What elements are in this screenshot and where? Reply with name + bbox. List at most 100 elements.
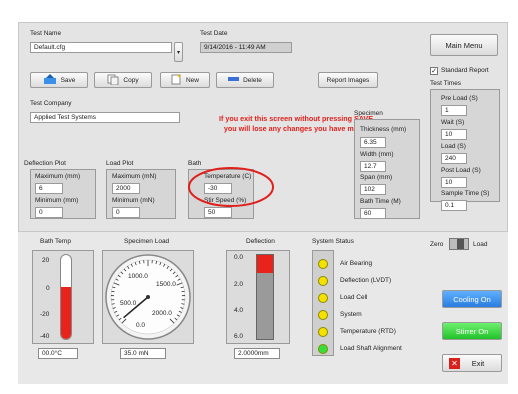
deflection-tick: 6.0 [234,333,244,340]
cooling-on-button[interactable]: Cooling On [442,290,502,308]
deflection-tick: 0.0 [234,254,244,261]
deflection-gauge-title: Deflection [246,238,275,245]
bath-temp-readout: 00.0°C [38,348,78,359]
copy-icon [107,74,119,87]
span-label: Span (mm) [360,174,393,181]
status-label: Air Bearing [340,260,373,267]
stirrer-on-button[interactable]: Stirrer On [442,322,502,340]
thickness-field[interactable]: 6.35 [360,137,386,148]
deflection-bar [256,254,274,340]
post-load-label: Post Load (S) [441,167,481,174]
zero-load-toggle[interactable] [449,238,469,250]
test-name-field[interactable]: Default.cfg [30,42,172,53]
bath-temp-tick: 0 [46,285,50,292]
pre-load-label: Pre Load (S) [441,95,478,102]
bath-temp-thermometer [60,254,72,340]
report-images-button[interactable]: Report Images [318,72,378,88]
load-min-field[interactable]: 0 [112,207,140,218]
width-field[interactable]: 12.7 [360,161,386,172]
load-time-label: Load (S) [441,143,466,150]
unsaved-warning-text: If you exit this screen without pressing… [218,114,374,133]
status-label: Load Cell [340,294,368,301]
copy-button[interactable]: Copy [94,72,152,88]
deflection-max-field[interactable]: 6 [35,183,63,194]
wait-label: Wait (S) [441,119,465,126]
post-load-field[interactable]: 10 [441,177,467,188]
test-name-label: Test Name [30,30,62,37]
deflection-min-label: Minimum (mm) [35,197,79,204]
deflection-tick: 4.0 [234,307,244,314]
sample-time-label: Sample Time (S) [441,190,490,197]
specimen-load-dial [105,254,191,340]
chevron-down-icon: ▾ [176,49,180,56]
specimen-load-title: Specimen Load [124,238,170,245]
system-status-title: System Status [312,238,354,245]
load-max-label: Maximum (mN) [112,173,157,180]
status-label: System [340,311,362,318]
bath-temp-tick: -20 [40,311,50,318]
status-label: Temperature (RTD) [340,328,396,335]
test-times-title: Test Times [430,80,462,87]
air-bearing-status-led [318,259,328,269]
test-date-field: 9/14/2016 - 11:49 AM [200,42,292,53]
load-cell-status-led [318,293,328,303]
delete-label: Delete [243,76,262,84]
status-label: Load Shaft Alignment [340,345,402,352]
deflection-max-label: Maximum (mm) [35,173,81,180]
shaft-alignment-status-led [318,344,328,354]
load-dial-tick: 1500.0 [156,281,176,288]
zero-label: Zero [430,241,444,248]
close-icon: ✕ [449,358,460,369]
load-label: Load [473,241,488,248]
temperature-status-led [318,327,328,337]
bath-temp-fill [61,286,71,339]
deflection-readout: 2.0000mm [234,348,280,359]
new-label: New [185,76,199,84]
test-company-field[interactable]: Applied Test Systems [30,112,180,123]
deflection-plot-title: Deflection Plot [24,160,66,167]
bath-time-field[interactable]: 60 [360,208,386,219]
wait-field[interactable]: 10 [441,129,467,140]
standard-report-label: Standard Report [441,67,489,74]
load-plot-title: Load Plot [106,160,134,167]
deflection-fill [257,255,273,274]
specimen-title: Specimen [354,110,383,117]
save-button[interactable]: Save [30,72,88,88]
lvdt-status-led [318,276,328,286]
pre-load-field[interactable]: 1 [441,105,467,116]
thickness-label: Thickness (mm) [360,126,407,133]
copy-label: Copy [123,76,139,84]
exit-button[interactable]: ✕ Exit [442,354,502,372]
status-label: Deflection (LVDT) [340,277,392,284]
bath-time-label: Bath Time (M) [360,198,401,205]
load-dial-tick: 500.0 [120,300,137,307]
test-name-dropdown[interactable]: ▾ [174,42,183,62]
new-button[interactable]: New [160,72,210,88]
load-min-label: Minimum (mN) [112,197,155,204]
deflection-min-field[interactable]: 0 [35,207,63,218]
bath-temp-gauge-title: Bath Temp [40,238,71,245]
bath-temp-tick: 20 [42,257,50,264]
standard-report-checkbox[interactable]: ✓ [430,67,438,75]
save-icon [43,73,57,87]
load-dial-tick: 2000.0 [152,310,172,317]
bath-temp-tick: -40 [40,333,50,340]
delete-button[interactable]: Delete [216,72,274,88]
sample-time-field[interactable]: 0.1 [441,200,467,211]
test-company-label: Test Company [30,100,72,107]
save-label: Save [60,76,76,84]
highlight-circle [188,167,274,207]
deflection-tick: 2.0 [234,281,244,288]
main-menu-button[interactable]: Main Menu [430,34,498,56]
load-dial-tick: 1000.0 [128,273,148,280]
load-dial-tick: 0.0 [136,322,146,329]
test-date-label: Test Date [200,30,228,37]
width-label: Width (mm) [360,151,394,158]
load-max-field[interactable]: 2000 [112,183,140,194]
exit-label: Exit [471,358,485,368]
span-field[interactable]: 102 [360,184,386,195]
specimen-load-readout: 35.0 mN [120,348,166,359]
new-document-icon [171,73,182,87]
toggle-knob [457,239,464,249]
load-time-field[interactable]: 240 [441,153,467,164]
